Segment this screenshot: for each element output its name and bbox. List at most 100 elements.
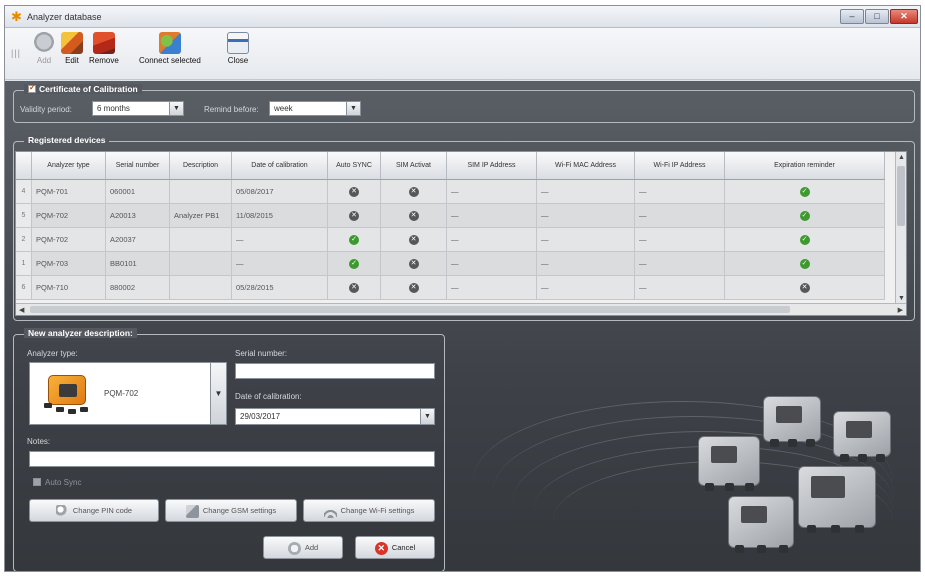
calibration-date-picker[interactable]: 29/03/2017 ▼ bbox=[235, 408, 435, 425]
add-icon bbox=[287, 541, 301, 555]
edit-button-label: Edit bbox=[65, 56, 79, 65]
cell-auto-sync: ✓ bbox=[328, 252, 381, 275]
add-analyzer-button[interactable]: Add bbox=[263, 536, 343, 559]
toolbar-grip[interactable]: ||| bbox=[11, 48, 21, 58]
close-dialog-icon bbox=[227, 32, 249, 54]
horizontal-scroll-thumb[interactable] bbox=[30, 306, 790, 313]
x-status-icon: ✕ bbox=[408, 235, 419, 246]
column-header-mac[interactable]: Wi-Fi MAC Address bbox=[537, 152, 635, 179]
cell-wifi-mac: — bbox=[537, 204, 635, 227]
validity-select[interactable]: 6 months ▼ bbox=[92, 101, 184, 116]
column-header-sim-ip[interactable]: SIM IP Address bbox=[447, 152, 537, 179]
table-row[interactable]: 4 PQM-701 060001 05/08/2017 ✕ ✕ — — — ✓ bbox=[16, 180, 885, 204]
x-status-icon: ✕ bbox=[408, 283, 419, 294]
serial-number-label: Serial number: bbox=[235, 349, 288, 358]
column-header-type[interactable]: Analyzer type bbox=[32, 152, 106, 179]
validity-label: Validity period: bbox=[20, 105, 72, 114]
remind-value: week bbox=[274, 104, 293, 113]
scroll-up-icon[interactable]: ▲ bbox=[898, 154, 905, 161]
check-status-icon: ✓ bbox=[799, 235, 810, 246]
table-row[interactable]: 6 PQM-710 880002 05/28/2015 ✕ ✕ — — — ✕ bbox=[16, 276, 885, 300]
cell-auto-sync: ✕ bbox=[328, 204, 381, 227]
x-status-icon: ✕ bbox=[349, 283, 359, 294]
title-bar: ✱ Analyzer database – □ ✕ bbox=[5, 6, 920, 28]
change-pin-button[interactable]: Change PIN code bbox=[29, 499, 159, 522]
cell-description bbox=[170, 252, 232, 275]
autosync-label: Auto Sync bbox=[45, 478, 82, 487]
analyzer-type-select[interactable]: PQM-702 bbox=[29, 362, 211, 425]
calibration-date-label: Date of calibration: bbox=[235, 392, 302, 401]
new-analyzer-title: New analyzer description: bbox=[24, 328, 137, 338]
add-button[interactable]: Add bbox=[33, 32, 55, 65]
cell-analyzer-type: PQM-702 bbox=[32, 204, 106, 227]
vertical-scroll-thumb[interactable] bbox=[897, 166, 905, 226]
cell-row-number: 6 bbox=[16, 276, 32, 299]
check-status-icon: ✓ bbox=[799, 187, 810, 198]
change-gsm-label: Change GSM settings bbox=[202, 506, 277, 515]
certificate-title-text: Certificate of Calibration bbox=[39, 84, 138, 94]
table-row[interactable]: 2 PQM-702 A20037— ✓ ✕ — — — ✓ bbox=[16, 228, 885, 252]
scroll-right-icon[interactable]: ▶ bbox=[898, 306, 903, 314]
cell-serial-number: BB0101 bbox=[106, 252, 170, 275]
column-header-sim[interactable]: SIM Activat bbox=[381, 152, 447, 179]
cell-description: Analyzer PB1 bbox=[170, 204, 232, 227]
change-wifi-label: Change Wi-Fi settings bbox=[340, 506, 415, 515]
column-header-wifi-ip[interactable]: Wi-Fi IP Address bbox=[635, 152, 725, 179]
close-window-button[interactable]: ✕ bbox=[890, 9, 918, 24]
table-row[interactable]: 1 PQM-703 BB0101— ✓ ✕ — — — ✓ bbox=[16, 252, 885, 276]
minimize-button[interactable]: – bbox=[840, 9, 864, 24]
chevron-down-icon[interactable]: ▼ bbox=[210, 362, 227, 425]
autosync-checkbox[interactable] bbox=[33, 478, 41, 486]
cell-sim-activation: ✕ bbox=[381, 180, 447, 203]
cell-sim-ip: — bbox=[447, 252, 537, 275]
cell-sim-ip: — bbox=[447, 228, 537, 251]
notes-field[interactable] bbox=[29, 451, 435, 467]
scroll-down-icon[interactable]: ▼ bbox=[898, 295, 905, 302]
column-header-autosync[interactable]: Auto SYNC bbox=[328, 152, 381, 179]
cell-wifi-mac: — bbox=[537, 252, 635, 275]
vertical-scrollbar[interactable]: ▲ ▼ bbox=[895, 152, 906, 304]
cancel-button[interactable]: ✕ Cancel bbox=[355, 536, 435, 559]
analyzer-database-window: ✱ Analyzer database – □ ✕ ||| Add Edit R… bbox=[4, 5, 921, 572]
column-header-reminder[interactable]: Expiration reminder bbox=[725, 152, 885, 179]
remind-label: Remind before: bbox=[204, 105, 259, 114]
scroll-left-icon[interactable]: ◀ bbox=[19, 306, 24, 314]
close-button[interactable]: Close bbox=[227, 32, 249, 65]
certificate-title: Certificate of Calibration bbox=[24, 83, 142, 94]
check-status-icon: ✓ bbox=[349, 235, 359, 246]
chevron-down-icon: ▼ bbox=[420, 409, 434, 424]
cell-row-number: 1 bbox=[16, 252, 32, 275]
edit-icon bbox=[61, 32, 83, 54]
add-button-label: Add bbox=[36, 56, 52, 65]
maximize-button[interactable]: □ bbox=[865, 9, 889, 24]
column-header-serial[interactable]: Serial number bbox=[106, 152, 170, 179]
cell-wifi-ip: — bbox=[635, 204, 725, 227]
analyzer-device-image bbox=[40, 369, 98, 417]
cell-wifi-ip: — bbox=[635, 228, 725, 251]
analyzer-type-label: Analyzer type: bbox=[27, 349, 78, 358]
connect-selected-button[interactable]: Connect selected bbox=[139, 32, 201, 65]
horizontal-scrollbar[interactable]: ◀ ▶ bbox=[16, 303, 906, 315]
analyzers-illustration bbox=[473, 361, 913, 566]
window-controls: – □ ✕ bbox=[839, 9, 918, 24]
calibration-date-value: 29/03/2017 bbox=[240, 412, 281, 421]
cell-sim-ip: — bbox=[447, 276, 537, 299]
x-status-icon: ✕ bbox=[349, 211, 359, 222]
remind-select[interactable]: week ▼ bbox=[269, 101, 361, 116]
certificate-checkbox[interactable] bbox=[28, 83, 36, 93]
x-status-icon: ✕ bbox=[408, 211, 419, 222]
cancel-icon: ✕ bbox=[374, 541, 388, 555]
gsm-icon bbox=[185, 504, 199, 518]
change-wifi-button[interactable]: Change Wi-Fi settings bbox=[303, 499, 435, 522]
serial-number-field[interactable] bbox=[235, 363, 435, 379]
edit-button[interactable]: Edit bbox=[61, 32, 83, 65]
change-gsm-button[interactable]: Change GSM settings bbox=[165, 499, 297, 522]
remove-button[interactable]: Remove bbox=[89, 32, 119, 65]
app-icon: ✱ bbox=[11, 9, 22, 24]
cell-auto-sync: ✕ bbox=[328, 180, 381, 203]
check-status-icon: ✓ bbox=[799, 211, 810, 222]
column-header-date[interactable]: Date of calibration bbox=[232, 152, 328, 179]
cell-row-number: 4 bbox=[16, 180, 32, 203]
table-row[interactable]: 5 PQM-702 A20013 Analyzer PB1 11/08/2015 ✕ ✕ — —… bbox=[16, 204, 885, 228]
column-header-description[interactable]: Description bbox=[170, 152, 232, 179]
